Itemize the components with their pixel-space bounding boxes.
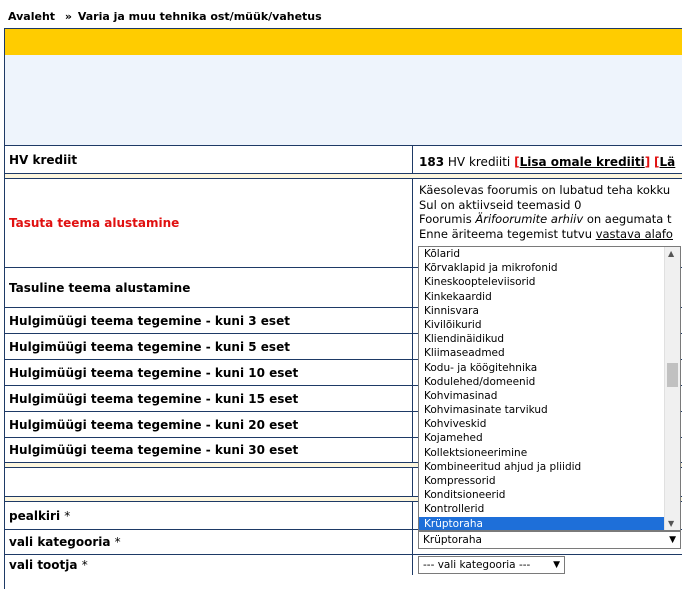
category-option[interactable]: Kõlarid [419, 247, 665, 261]
category-option[interactable]: Kliimaseadmed [419, 346, 665, 360]
category-select[interactable]: Krüptoraha ▼ [418, 531, 681, 549]
archive-forum-name: Ärifoorumite arhiiv [475, 212, 584, 226]
category-option[interactable]: Kohvimasinad [419, 389, 665, 403]
hv-credit-amount: 183 [419, 155, 445, 169]
subforum-rules-link[interactable]: vastava alafo [596, 227, 673, 241]
free-topic-label: Tasuta teema alustamine [5, 179, 413, 267]
category-option[interactable]: Kivilõikurid [419, 318, 665, 332]
info-line-1: Käesolevas foorumis on lubatud teha kokk… [419, 183, 671, 197]
category-option[interactable]: Kohviveskid [419, 417, 665, 431]
chevron-down-icon: ▼ [669, 535, 676, 545]
producer-label-text: vali tootja [9, 558, 78, 572]
bulk-topic-label-10: Hulgimüügi teema tegemine - kuni 10 eset [5, 360, 413, 385]
extra-link[interactable]: Lä [660, 155, 676, 169]
category-label: vali kategooria * [5, 530, 413, 554]
category-option[interactable]: Kodu- ja köögitehnika [419, 361, 665, 375]
producer-select[interactable]: --- vali kategooria --- ▼ [418, 556, 565, 574]
category-select-value: Krüptoraha [423, 534, 482, 546]
info-line-3-pre: Foorumis [419, 212, 472, 226]
add-credit-link[interactable]: Lisa omale krediiti [520, 155, 645, 169]
breadcrumb: Avaleht » Varia ja muu tehnika ost/müük/… [8, 10, 322, 23]
hv-credit-label: HV krediit [5, 146, 413, 173]
info-line-4-pre: Enne äriteema tegemist tutvu [419, 226, 593, 241]
category-option[interactable]: Kõrvaklapid ja mikrofonid [419, 261, 665, 275]
bulk-topic-label-30: Hulgimüügi teema tegemine - kuni 30 eset [5, 438, 413, 462]
category-option[interactable]: Kombineeritud ahjud ja pliidid [419, 460, 665, 474]
bulk-topic-label-15: Hulgimüügi teema tegemine - kuni 15 eset [5, 386, 413, 411]
category-option[interactable]: Kliendinäidikud [419, 332, 665, 346]
scroll-up-arrow-icon[interactable]: ▲ [668, 249, 674, 258]
empty-row-cell [5, 468, 413, 496]
listbox-scrollbar[interactable]: ▲ ▼ [664, 247, 680, 530]
category-option[interactable]: Kohvimasinate tarvikud [419, 403, 665, 417]
chevron-down-icon: ▼ [553, 560, 560, 570]
info-line-2: Sul on aktiivseid teemasid 0 [419, 197, 582, 212]
category-label-text: vali kategooria [9, 535, 111, 549]
category-option[interactable]: Kodulehed/domeenid [419, 375, 665, 389]
producer-select-value: --- vali kategooria --- [423, 559, 531, 571]
category-option[interactable]: Kojamehed [419, 431, 665, 445]
required-mark: * [64, 508, 71, 523]
hv-credit-info: 183 HV krediiti [Lisa omale krediiti] [L… [419, 155, 676, 169]
category-option[interactable]: Konditsioneerid [419, 488, 665, 502]
category-option[interactable]: Kontrollerid [419, 502, 665, 516]
category-option[interactable]: Kinnisvara [419, 304, 665, 318]
breadcrumb-home-link[interactable]: Avaleht [8, 10, 55, 23]
category-dropdown-list[interactable]: Kõlarid Kõrvaklapid ja mikrofonid Kineskoo… [418, 246, 681, 531]
category-option[interactable]: Krüptoraha [419, 516, 665, 530]
bulk-topic-label-20: Hulgimüügi teema tegemine - kuni 20 eset [5, 412, 413, 437]
category-option[interactable]: Kineskoopteleviisorid [419, 275, 665, 289]
scroll-down-arrow-icon[interactable]: ▼ [668, 519, 674, 528]
breadcrumb-current-forum[interactable]: Varia ja muu tehnika ost/müük/vahetus [78, 10, 322, 23]
title-label-text: pealkiri [9, 508, 61, 523]
info-line-3-post: on aegumata t [586, 212, 672, 226]
forum-info-text: Käesolevas foorumis on lubatud teha kokk… [419, 183, 673, 241]
producer-label: vali tootja * [5, 555, 413, 575]
required-mark: * [81, 558, 88, 572]
breadcrumb-separator: » [64, 10, 72, 23]
scrollbar-thumb[interactable] [667, 363, 678, 387]
title-label: pealkiri * [5, 502, 413, 529]
category-option[interactable]: Kollektsioneerimine [419, 446, 665, 460]
paid-topic-label: Tasuline teema alustamine [5, 268, 413, 307]
category-option[interactable]: Kinkekaardid [419, 290, 665, 304]
bulk-topic-label-5: Hulgimüügi teema tegemine - kuni 5 eset [5, 334, 413, 359]
hv-credit-unit: HV krediiti [447, 155, 511, 169]
bulk-topic-label-3: Hulgimüügi teema tegemine - kuni 3 eset [5, 308, 413, 333]
category-option[interactable]: Kompressorid [419, 474, 665, 488]
required-mark: * [114, 535, 121, 549]
